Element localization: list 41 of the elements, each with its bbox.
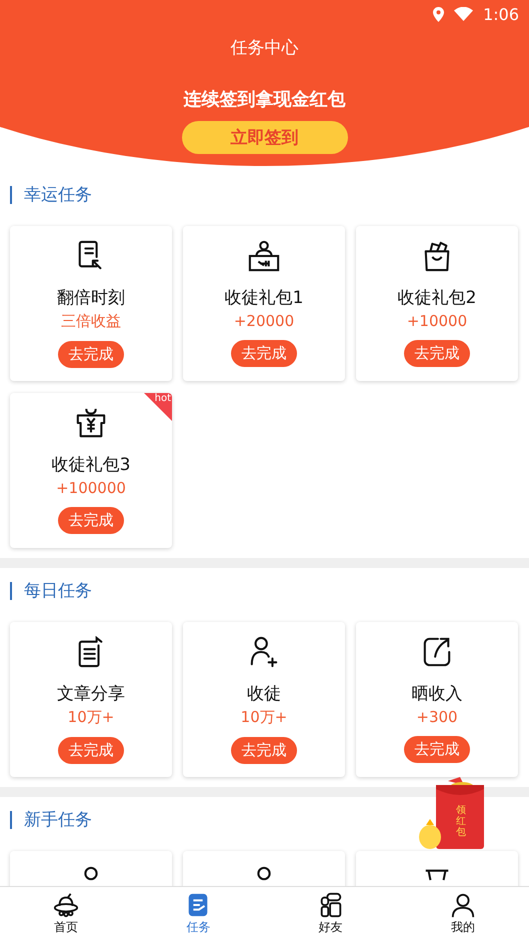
task-reward: +10000 [406, 312, 468, 330]
task-name: 收徒礼包2 [398, 287, 476, 309]
person-desk-icon [247, 240, 281, 272]
nav-tab[interactable]: 我的 [396, 887, 529, 941]
hot-badge: hot [144, 393, 172, 421]
task-name: 收徒礼包3 [52, 454, 130, 476]
shopping-bag-icon [422, 240, 452, 272]
complete-button[interactable]: 去完成 [404, 340, 470, 367]
complete-button[interactable]: 去完成 [58, 507, 124, 534]
wifi-icon [454, 7, 474, 21]
section-title: 幸运任务 [10, 186, 519, 204]
task-reward: +300 [416, 708, 458, 726]
task-reward: +20000 [234, 312, 294, 330]
task-reward: +100000 [56, 479, 126, 497]
task-reward: 10万+ [240, 708, 288, 727]
task-name: 收徒 [247, 683, 281, 705]
page-title: 任务中心 [230, 37, 298, 59]
task-reward: 三倍收益 [61, 312, 121, 331]
sign-in-headline: 连续签到拿现金红包 [184, 88, 346, 111]
share-icon [422, 636, 452, 668]
nav-tab[interactable]: 好友 [264, 887, 397, 941]
task-reward: 10万+ [68, 708, 114, 727]
complete-button[interactable]: 去完成 [58, 737, 124, 764]
add-person-icon [249, 636, 279, 668]
section-title: 每日任务 [10, 582, 519, 600]
complete-button[interactable]: 去完成 [404, 736, 470, 763]
yuan-gift-icon [75, 407, 107, 439]
sign-in-button[interactable]: 立即签到 [182, 121, 348, 154]
complete-button[interactable]: 去完成 [58, 341, 124, 368]
location-icon [433, 6, 444, 22]
ufo-icon [53, 892, 80, 918]
complete-button[interactable]: 去完成 [231, 737, 297, 764]
task-name: 翻倍时刻 [57, 287, 125, 309]
nav-tab[interactable]: 任务 [132, 887, 264, 941]
clock-time: 1:06 [483, 4, 519, 24]
person-icon [450, 892, 476, 918]
task-name: 收徒礼包1 [224, 287, 304, 309]
complete-button[interactable]: 去完成 [231, 340, 297, 367]
nav-tab[interactable]: 首页 [0, 887, 132, 941]
task-name: 文章分享 [57, 683, 125, 705]
task-name: 晒收入 [412, 683, 462, 705]
